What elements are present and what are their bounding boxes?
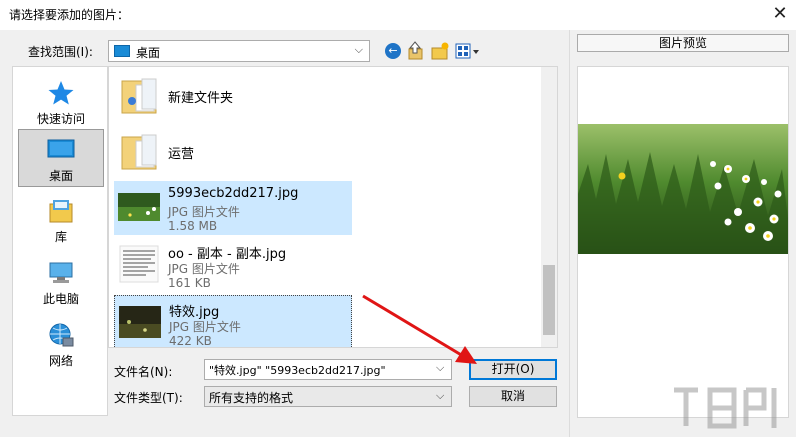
list-item-file[interactable]: 特效.jpg JPG 图片文件 422 KB [114,295,352,348]
preview-title: 图片预览 [577,34,789,52]
file-list: 新建文件夹 运营 5993ecb2dd217.jpg JPG 图片文件 1.58… [108,66,558,348]
sidebar-label: 库 [54,230,67,244]
file-type: JPG 图片文件 [168,262,240,276]
new-folder-button[interactable] [430,40,450,62]
sidebar-item-this-pc[interactable]: 此电脑 [18,253,104,311]
document-thumbnail [119,245,159,283]
lookin-label: 查找范围(I): [28,45,93,59]
desktop-icon [114,45,130,57]
close-icon[interactable]: ✕ [768,3,792,25]
lookin-dropdown[interactable]: 桌面 ⌵ [108,40,370,62]
filetype-label: 文件类型(T): [114,391,183,405]
file-size: 1.58 MB [168,219,218,233]
scrollbar-thumb[interactable] [543,265,555,335]
file-type: JPG 图片文件 [168,205,240,219]
image-thumbnail [119,306,161,338]
folder-icon [121,78,157,114]
view-grid-icon [455,43,479,59]
file-size: 161 KB [168,276,211,290]
sidebar-item-quick-access[interactable]: 快速访问 [18,73,104,131]
computer-icon [49,262,73,283]
preview-image [578,124,788,254]
network-globe-icon [49,323,74,347]
filename-label: 文件名(N): [114,365,173,379]
up-folder-button[interactable] [406,40,426,62]
up-folder-icon [408,41,423,60]
back-button[interactable]: ← [384,40,402,62]
folder-icon [121,134,157,170]
new-folder-icon [431,42,449,60]
sidebar-label: 此电脑 [42,292,79,306]
library-icon [49,200,73,223]
annotation-arrow [362,294,477,364]
image-thumbnail [118,193,160,221]
chevron-down-icon: ⌵ [354,43,363,56]
list-item-file[interactable]: oo - 副本 - 副本.jpg JPG 图片文件 161 KB [114,238,352,292]
file-size: 422 KB [169,334,212,348]
file-name: 5993ecb2dd217.jpg [168,186,299,201]
sidebar-item-library[interactable]: 库 [18,191,104,249]
list-item-folder[interactable]: 运营 [114,125,352,179]
sidebar-item-desktop[interactable]: 桌面 [18,129,104,187]
sidebar-item-network[interactable]: 网络 [18,315,104,373]
sidebar-label: 网络 [48,354,73,368]
star-icon [48,81,74,105]
window-title: 请选择要添加的图片： [9,8,130,22]
file-name: 新建文件夹 [168,91,234,106]
sidebar-label: 桌面 [48,169,73,183]
back-arrow-icon: ← [385,43,401,59]
file-type: JPG 图片文件 [169,320,241,334]
filetype-select[interactable]: 所有支持的格式 [204,386,452,407]
list-item-folder[interactable]: 新建文件夹 [114,69,352,123]
lookin-value: 桌面 [136,46,161,60]
view-menu-button[interactable] [454,40,482,62]
watermark-logo [674,387,777,429]
list-item-file[interactable]: 5993ecb2dd217.jpg JPG 图片文件 1.58 MB [114,181,352,235]
desktop-icon [47,139,75,158]
places-sidebar: 快速访问 桌面 库 此电脑 网络 [12,66,108,416]
file-name: 运营 [168,147,195,162]
chevron-down-icon[interactable]: ⌵ [436,389,444,403]
cancel-button[interactable]: 取消 [469,386,557,407]
sidebar-label: 快速访问 [36,112,85,126]
